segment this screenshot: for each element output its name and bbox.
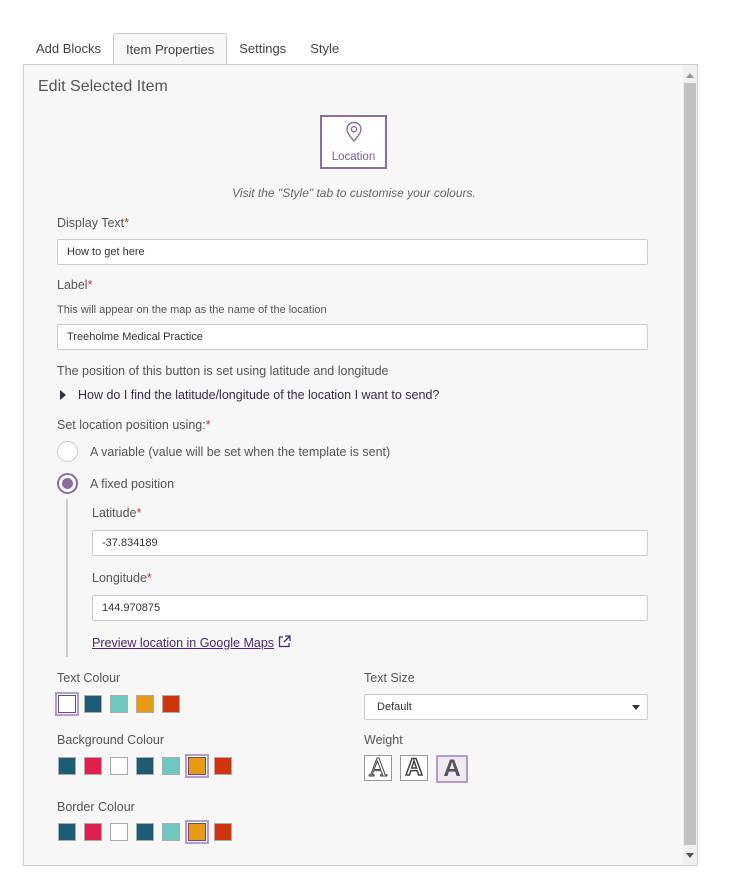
weight-light-button[interactable]: A	[364, 754, 392, 783]
external-link-icon	[278, 635, 291, 651]
weight-bold-button[interactable]: A	[436, 755, 468, 783]
background-colour-swatch[interactable]	[136, 757, 154, 775]
scrollbar-thumb[interactable]	[684, 83, 696, 845]
scroll-up-arrow-icon[interactable]	[683, 67, 697, 83]
preview-link-text: Preview location in Google Maps	[92, 636, 275, 650]
border-colour-swatch[interactable]	[185, 820, 209, 844]
background-colour-label: Background Colour	[57, 733, 165, 747]
item-properties-panel: Edit Selected Item Location Visit the "S…	[23, 64, 698, 866]
background-colour-swatch[interactable]	[214, 757, 232, 775]
text-colour-label: Text Colour	[57, 671, 121, 685]
border-colour-swatch[interactable]	[58, 823, 76, 841]
text-colour-swatch[interactable]	[136, 695, 154, 713]
latitude-input[interactable]: -37.834189	[92, 530, 648, 556]
border-colour-swatch[interactable]	[162, 823, 180, 841]
text-size-label: Text Size	[364, 671, 415, 685]
border-colour-label: Border Colour	[57, 800, 135, 814]
location-tile-label: Location	[331, 151, 376, 163]
style-hint: Visit the "Style" tab to customise your …	[232, 186, 476, 200]
tab-item-properties[interactable]: Item Properties	[113, 33, 228, 66]
caret-right-icon	[60, 390, 66, 400]
text-colour-swatch[interactable]	[162, 695, 180, 713]
weight-label: Weight	[364, 733, 403, 747]
position-note: The position of this button is set using…	[57, 364, 389, 378]
radio-variable-label: A variable (value will be set when the t…	[90, 444, 391, 459]
tab-style[interactable]: Style	[298, 33, 351, 65]
background-colour-swatch[interactable]	[58, 757, 76, 775]
label-field-help: This will appear on the map as the name …	[57, 304, 327, 316]
tab-settings[interactable]: Settings	[227, 33, 298, 65]
background-colour-swatch[interactable]	[110, 757, 128, 775]
background-colour-swatches	[58, 754, 240, 778]
display-text-input[interactable]: How to get here	[57, 239, 648, 265]
longitude-label: Longitude*	[92, 571, 152, 585]
border-colour-swatches	[58, 820, 240, 844]
background-colour-swatch[interactable]	[162, 757, 180, 775]
border-colour-swatch[interactable]	[136, 823, 154, 841]
radio-variable[interactable]	[57, 441, 78, 462]
latitude-label: Latitude*	[92, 506, 142, 520]
display-text-label: Display Text*	[57, 216, 130, 230]
latlong-help-disclosure[interactable]: How do I find the latitude/longitude of …	[60, 388, 439, 402]
label-field-label: Label*	[57, 278, 93, 292]
tab-bar: Add Blocks Item Properties Settings Styl…	[24, 33, 351, 66]
vertical-scrollbar[interactable]	[683, 65, 697, 865]
text-colour-swatches	[55, 692, 188, 716]
set-position-label: Set location position using:*	[57, 418, 211, 432]
scroll-down-arrow-icon[interactable]	[683, 847, 697, 863]
border-colour-swatch[interactable]	[214, 823, 232, 841]
text-colour-swatch[interactable]	[110, 695, 128, 713]
radio-fixed-label: A fixed position	[90, 476, 175, 491]
radio-fixed[interactable]	[57, 473, 78, 494]
label-input[interactable]: Treeholme Medical Practice	[57, 324, 648, 350]
text-size-select[interactable]: Default	[364, 694, 648, 720]
background-colour-swatch[interactable]	[185, 754, 209, 778]
longitude-input[interactable]: 144.970875	[92, 595, 648, 621]
radio-fixed-option[interactable]: A fixed position	[57, 473, 174, 494]
weight-medium-button[interactable]: A	[400, 753, 428, 782]
background-colour-swatch[interactable]	[84, 757, 102, 775]
border-colour-swatch[interactable]	[84, 823, 102, 841]
tab-add-blocks[interactable]: Add Blocks	[24, 33, 113, 65]
map-pin-icon	[345, 121, 363, 148]
weight-options: A A A	[364, 753, 476, 783]
text-size-value: Default	[377, 701, 412, 713]
fixed-position-group-line	[66, 499, 68, 657]
latlong-help-text: How do I find the latitude/longitude of …	[78, 388, 440, 402]
radio-variable-option[interactable]: A variable (value will be set when the t…	[57, 441, 390, 462]
border-colour-swatch[interactable]	[110, 823, 128, 841]
panel-heading: Edit Selected Item	[38, 78, 168, 95]
text-colour-swatch[interactable]	[55, 692, 79, 716]
dropdown-caret-icon	[632, 705, 640, 710]
preview-google-maps-link[interactable]: Preview location in Google Maps	[92, 635, 291, 651]
text-colour-swatch[interactable]	[84, 695, 102, 713]
location-block-tile: Location	[320, 115, 387, 169]
